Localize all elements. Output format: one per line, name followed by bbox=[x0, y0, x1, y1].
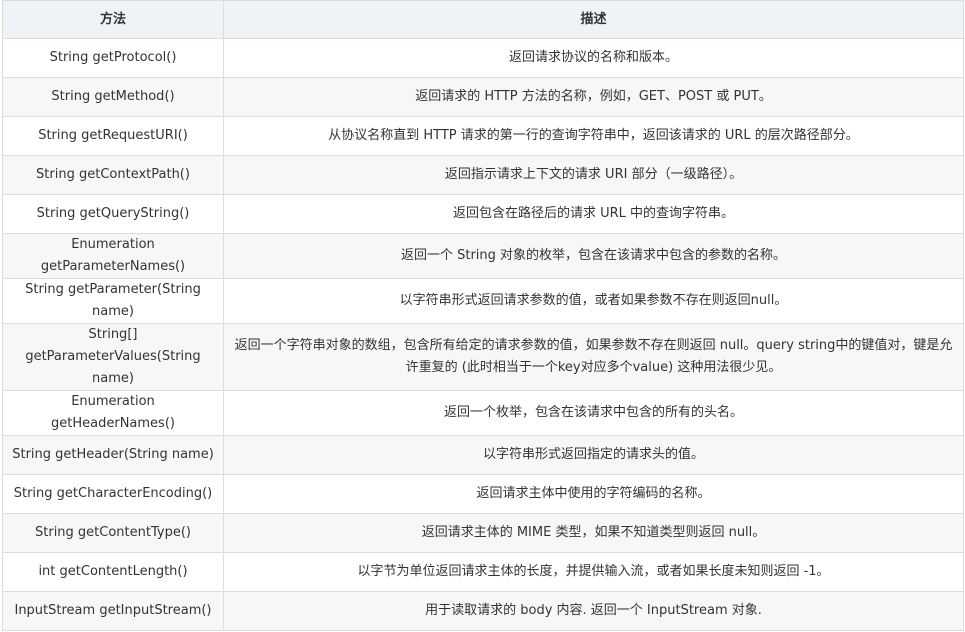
table-row: Enumeration getHeaderNames() 返回一个枚举，包含在该… bbox=[2, 390, 964, 436]
table-header-row: 方法 描述 bbox=[2, 0, 964, 39]
table-row: String getContextPath() 返回指示请求上下文的请求 URI… bbox=[2, 155, 964, 195]
page: 方法 描述 String getProtocol() 返回请求协议的名称和版本。… bbox=[0, 0, 965, 632]
api-methods-table: 方法 描述 String getProtocol() 返回请求协议的名称和版本。… bbox=[2, 0, 964, 631]
description-cell: 返回一个枚举，包含在该请求中包含的所有的头名。 bbox=[223, 390, 964, 436]
description-cell: 返回包含在路径后的请求 URL 中的查询字符串。 bbox=[223, 194, 964, 234]
table-row: String[] getParameterValues(String name)… bbox=[2, 323, 964, 391]
method-column-header: 方法 bbox=[2, 0, 224, 39]
table-row: String getCharacterEncoding() 返回请求主体中使用的… bbox=[2, 474, 964, 514]
description-cell: 返回一个字符串对象的数组，包含所有给定的请求参数的值，如果参数不存在则返回 nu… bbox=[223, 323, 964, 391]
description-cell: 返回一个 String 对象的枚举，包含在该请求中包含的参数的名称。 bbox=[223, 233, 964, 279]
table-row: String getContentType() 返回请求主体的 MIME 类型，… bbox=[2, 513, 964, 553]
method-cell: String[] getParameterValues(String name) bbox=[2, 323, 224, 391]
method-cell: String getContentType() bbox=[2, 513, 224, 553]
description-column-header: 描述 bbox=[223, 0, 964, 39]
table-header: 方法 描述 bbox=[2, 0, 964, 39]
description-cell: 从协议名称直到 HTTP 请求的第一行的查询字符串中，返回该请求的 URL 的层… bbox=[223, 116, 964, 156]
table-row: String getProtocol() 返回请求协议的名称和版本。 bbox=[2, 38, 964, 78]
method-cell: Enumeration getHeaderNames() bbox=[2, 390, 224, 436]
table-row: String getQueryString() 返回包含在路径后的请求 URL … bbox=[2, 194, 964, 234]
table-body: String getProtocol() 返回请求协议的名称和版本。 Strin… bbox=[2, 38, 964, 631]
method-cell: String getQueryString() bbox=[2, 194, 224, 234]
description-cell: 用于读取请求的 body 内容. 返回一个 InputStream 对象. bbox=[223, 591, 964, 631]
table-row: InputStream getInputStream() 用于读取请求的 bod… bbox=[2, 591, 964, 631]
description-cell: 返回请求主体的 MIME 类型，如果不知道类型则返回 null。 bbox=[223, 513, 964, 553]
method-cell: Enumeration getParameterNames() bbox=[2, 233, 224, 279]
description-cell: 返回指示请求上下文的请求 URI 部分（一级路径）。 bbox=[223, 155, 964, 195]
table-row: String getHeader(String name) 以字符串形式返回指定… bbox=[2, 435, 964, 475]
method-cell: int getContentLength() bbox=[2, 552, 224, 592]
method-cell: String getRequestURI() bbox=[2, 116, 224, 156]
description-cell: 以字节为单位返回请求主体的长度，并提供输入流，或者如果长度未知则返回 -1。 bbox=[223, 552, 964, 592]
description-cell: 以字符串形式返回请求参数的值，或者如果参数不存在则返回null。 bbox=[223, 278, 964, 324]
method-cell: String getContextPath() bbox=[2, 155, 224, 195]
method-cell: String getCharacterEncoding() bbox=[2, 474, 224, 514]
table-row: Enumeration getParameterNames() 返回一个 Str… bbox=[2, 233, 964, 279]
table-row: String getRequestURI() 从协议名称直到 HTTP 请求的第… bbox=[2, 116, 964, 156]
method-cell: String getHeader(String name) bbox=[2, 435, 224, 475]
table-row: String getMethod() 返回请求的 HTTP 方法的名称，例如，G… bbox=[2, 77, 964, 117]
method-cell: String getMethod() bbox=[2, 77, 224, 117]
description-cell: 以字符串形式返回指定的请求头的值。 bbox=[223, 435, 964, 475]
description-cell: 返回请求协议的名称和版本。 bbox=[223, 38, 964, 78]
table-row: int getContentLength() 以字节为单位返回请求主体的长度，并… bbox=[2, 552, 964, 592]
description-cell: 返回请求主体中使用的字符编码的名称。 bbox=[223, 474, 964, 514]
table-row: String getParameter(String name) 以字符串形式返… bbox=[2, 278, 964, 324]
method-cell: String getParameter(String name) bbox=[2, 278, 224, 324]
method-cell: InputStream getInputStream() bbox=[2, 591, 224, 631]
description-cell: 返回请求的 HTTP 方法的名称，例如，GET、POST 或 PUT。 bbox=[223, 77, 964, 117]
method-cell: String getProtocol() bbox=[2, 38, 224, 78]
